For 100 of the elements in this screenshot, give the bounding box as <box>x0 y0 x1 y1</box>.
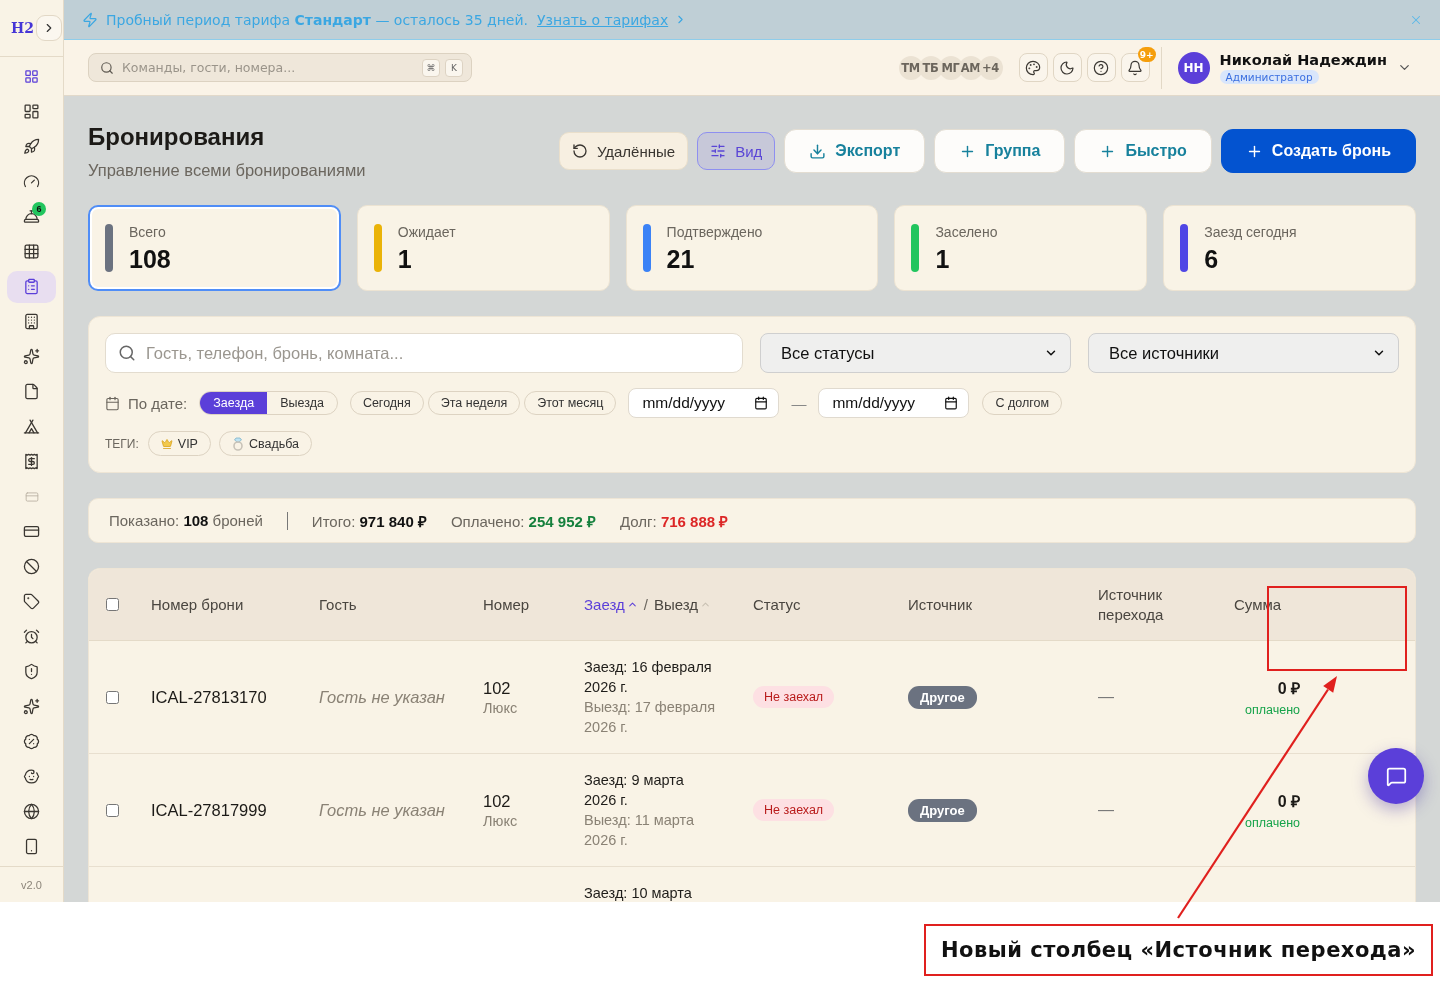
action-button[interactable]: Вид <box>697 132 776 170</box>
callout-text: Новый столбец «Источник перехода» <box>924 924 1433 976</box>
count-badge: 9+ <box>1137 47 1156 62</box>
action-button[interactable]: Быстро <box>1074 129 1212 173</box>
toolbar-button[interactable] <box>1086 53 1116 82</box>
checkin-date: Заезд: 10 марта <box>584 884 692 902</box>
sort-separator: / <box>643 596 648 613</box>
checkin-date: Заезд: 9 марта 2026 г. <box>584 771 685 810</box>
calendar-icon[interactable] <box>754 396 769 410</box>
action-button[interactable]: Удалённые <box>558 132 689 170</box>
rotate-arrow-icon <box>571 143 588 159</box>
search-icon <box>100 60 114 75</box>
chat-bubble-icon <box>1385 765 1407 787</box>
date-field[interactable]: mm/dd/yyyy <box>628 388 780 418</box>
column-header: Номер брони <box>151 594 244 615</box>
referrer-value: — <box>1098 688 1114 706</box>
date-separator: — <box>791 394 807 412</box>
row-checkbox[interactable] <box>105 690 119 704</box>
stat-label: Подтверждено <box>666 224 763 240</box>
version-label: v2.0 <box>21 878 42 891</box>
amount-value: 0 ₽ <box>1277 792 1300 812</box>
team-avatar: ТБ <box>918 55 943 80</box>
toolbar-button[interactable] <box>1018 53 1048 82</box>
payment-status: оплачено <box>1245 816 1300 830</box>
calendar-icon <box>105 395 120 411</box>
search-icon <box>118 344 136 362</box>
sort-header[interactable]: Заезд <box>584 596 638 613</box>
room-type: Люкс <box>483 812 518 829</box>
source-select[interactable]: Все источники <box>1088 333 1399 373</box>
select-all-checkbox[interactable] <box>105 598 119 611</box>
date-filter-label: По дате: <box>128 394 188 412</box>
room-number: 102 <box>483 791 511 811</box>
referrer-value: — <box>1098 801 1114 819</box>
stat-value: 21 <box>666 246 696 272</box>
trial-notice: Пробный период тарифа Стандарт — осталось 35 дней. <box>106 11 529 28</box>
status-select[interactable]: Все статусы <box>760 333 1071 373</box>
column-header: Гость <box>319 594 357 615</box>
guest-name: Гость не указан <box>319 687 445 707</box>
column-header: Номер <box>483 594 530 615</box>
stat-value: 1 <box>397 246 413 272</box>
search-input[interactable]: Команды, гости, номера... <box>122 54 414 81</box>
stat-value: 6 <box>1204 246 1220 272</box>
user-avatar[interactable]: НН <box>1177 51 1210 84</box>
stat-card[interactable]: Ожидает 1 <box>356 205 610 291</box>
date-mode-tab[interactable]: Выезда <box>267 392 337 414</box>
sliders-icon <box>710 143 727 159</box>
download-icon <box>809 142 827 160</box>
status-badge: Не заехал <box>753 686 835 708</box>
sidebar-toggle[interactable] <box>35 15 62 41</box>
stat-value: 1 <box>935 246 951 272</box>
checkout-date: Выезд: 17 февраля 2026 г. <box>584 698 716 737</box>
date-mode-tab[interactable]: Заезда <box>200 392 268 414</box>
palette-icon <box>1025 59 1041 76</box>
toolbar-button[interactable] <box>1052 53 1082 82</box>
booking-number: ICAL-27817999 <box>151 800 267 820</box>
stat-label: Ожидает <box>397 224 456 240</box>
source-badge: Другое <box>908 685 977 709</box>
action-button[interactable]: Экспорт <box>784 129 926 173</box>
stat-card[interactable]: Заселено 1 <box>894 205 1148 291</box>
status-badge: Не заехал <box>753 799 835 821</box>
date-input[interactable]: mm/dd/yyyy <box>832 389 945 417</box>
layout-grid-icon[interactable] <box>24 69 39 84</box>
booking-number: ICAL-27813170 <box>151 687 267 707</box>
ring-icon <box>231 436 244 451</box>
stat-card[interactable]: Заезд сегодня 6 <box>1163 205 1416 291</box>
moon-icon <box>1059 59 1075 76</box>
action-button[interactable]: Создать бронь <box>1220 129 1416 173</box>
row-checkbox[interactable] <box>105 803 119 817</box>
summary-text: Оплачено: 254 952 ₽ <box>450 511 596 531</box>
lightning-icon <box>82 11 98 28</box>
summary-text: Показано: 108 броней <box>109 512 263 529</box>
page-title: Бронирования <box>88 122 266 152</box>
guest-name: Гость не указан <box>319 800 445 820</box>
room-type: Люкс <box>483 699 518 716</box>
date-input[interactable]: mm/dd/yyyy <box>642 389 755 417</box>
nav-item[interactable]: 6 <box>7 200 56 233</box>
help-icon <box>1093 59 1109 76</box>
action-button[interactable]: Группа <box>934 129 1066 173</box>
stat-label: Заезд сегодня <box>1204 224 1297 240</box>
source-badge: Другое <box>908 798 977 822</box>
shortcut-key: K <box>445 58 463 77</box>
room-number: 102 <box>483 678 511 698</box>
stat-label: Заселено <box>935 224 998 240</box>
role-badge: Администратор <box>1219 69 1319 84</box>
page-subtitle: Управление всеми бронированиями <box>88 160 366 180</box>
date-field[interactable]: mm/dd/yyyy <box>818 388 970 418</box>
search-field[interactable]: Команды, гости, номера... ⌘ K <box>88 53 472 82</box>
crown-icon <box>160 437 173 450</box>
summary-text: Итого: 971 840 ₽ <box>311 511 427 531</box>
stat-card[interactable]: Всего 108 <box>88 205 341 291</box>
summary-text: Долг: 716 888 ₽ <box>620 511 729 531</box>
tags-label: ТЕГИ: <box>105 436 139 451</box>
stat-label: Всего <box>129 224 167 240</box>
shortcut-key: ⌘ <box>422 58 440 77</box>
count-badge: 6 <box>32 201 46 216</box>
column-header: Источник <box>908 594 973 615</box>
user-name: Николай Надеждин <box>1219 51 1387 68</box>
sort-header[interactable]: Выезд <box>653 596 711 613</box>
calendar-icon[interactable] <box>944 396 959 410</box>
stat-card[interactable]: Подтверждено 21 <box>625 205 879 291</box>
